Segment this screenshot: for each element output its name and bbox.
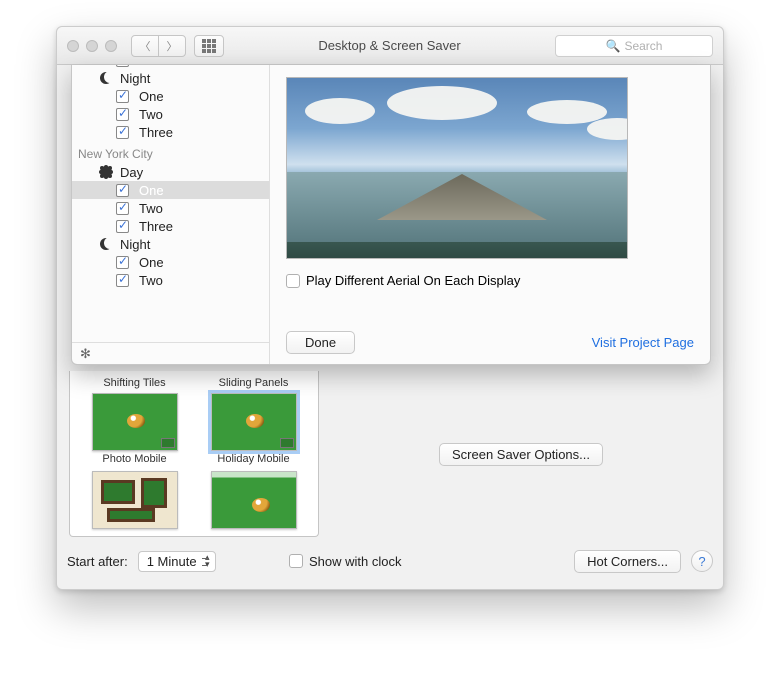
list-item[interactable]: Three [72,217,269,235]
show-with-clock-checkbox[interactable]: Show with clock [289,554,401,569]
checkbox-icon [116,108,129,121]
start-after-value: 1 Minute [147,554,197,569]
night-group[interactable]: Night [72,69,269,87]
moon-icon [100,238,112,250]
list-item[interactable]: Two [72,199,269,217]
start-after-select[interactable]: 1 Minute ▴▾ [138,551,216,572]
saver-thumbnail [92,393,178,451]
aerial-preview [286,77,628,259]
stepper-icon: ▴▾ [205,554,210,568]
checkbox-icon [116,202,129,215]
gear-icon: ✻ [80,346,91,362]
diff-label: Play Different Aerial On Each Display [306,273,520,288]
checkbox-icon [116,184,129,197]
day-group[interactable]: Day [72,163,269,181]
grid-icon [202,39,216,53]
done-button[interactable]: Done [286,331,355,354]
zoom-window-button[interactable] [105,40,117,52]
sheet-right: Play Different Aerial On Each Display Do… [270,65,710,364]
hot-corners-button[interactable]: Hot Corners... [574,550,681,573]
saver-thumbnail [211,471,297,529]
traffic-lights [67,40,117,52]
saver-item-holiday[interactable] [203,467,304,531]
preferences-window: 〈 〉 Desktop & Screen Saver 🔍 Search Shif… [56,26,724,590]
show-all-button[interactable] [194,35,224,57]
saver-thumbnail [211,393,297,451]
bottom-row: Start after: 1 Minute ▴▾ Show with clock… [67,547,713,575]
night-group[interactable]: Night [72,235,269,253]
chevron-left-icon: 〈 [140,38,151,54]
chevron-right-icon: 〉 [167,38,178,54]
checkbox-icon [116,65,129,67]
minimize-window-button[interactable] [86,40,98,52]
play-different-checkbox[interactable]: Play Different Aerial On Each Display [286,273,520,288]
window-toolbar: 〈 〉 Desktop & Screen Saver 🔍 Search [57,27,723,65]
list-item[interactable]: Two [72,105,269,123]
city-group[interactable]: New York City [72,145,269,163]
help-button[interactable]: ? [691,550,713,572]
screensaver-list-panel: Shifting Tiles Photo Mobile Sliding Pane… [69,371,319,537]
close-window-button[interactable] [67,40,79,52]
visit-project-link[interactable]: Visit Project Page [592,335,694,350]
checkbox-icon [289,554,303,568]
saver-label: Photo Mobile [102,453,166,465]
checkbox-icon [116,274,129,287]
checkbox-icon [116,256,129,269]
aerial-tree[interactable]: Two Night One Two Three New York City Da… [72,65,270,364]
aerial-config-sheet: Two Night One Two Three New York City Da… [71,65,711,365]
saver-thumbnail [92,471,178,529]
search-icon: 🔍 [606,39,621,53]
saver-item-shifting-tiles[interactable]: Shifting Tiles Photo Mobile [84,377,185,465]
help-icon: ? [698,554,705,569]
saver-label: Shifting Tiles [103,377,165,389]
saver-label: Sliding Panels [219,377,289,389]
screensaver-preview-panel: Screen Saver Options... [331,371,711,537]
saver-item-photo-wall[interactable] [84,467,185,531]
forward-button[interactable]: 〉 [158,35,186,57]
screen-saver-options-button[interactable]: Screen Saver Options... [439,443,603,466]
start-after-label: Start after: [67,554,128,569]
list-item[interactable]: Three [72,123,269,141]
search-placeholder: Search [624,39,662,53]
checkbox-icon [286,274,300,288]
back-button[interactable]: 〈 [131,35,159,57]
list-item[interactable]: One [72,181,269,199]
moon-icon [100,72,112,84]
checkbox-icon [116,90,129,103]
tree-action-menu[interactable]: ✻ [72,342,269,364]
list-item[interactable]: Two [72,271,269,289]
saver-label: Holiday Mobile [217,453,289,465]
checkbox-icon [116,220,129,233]
checkbox-icon [116,126,129,139]
saver-item-sliding-panels[interactable]: Sliding Panels Holiday Mobile [203,377,304,465]
list-item[interactable]: One [72,253,269,271]
window-title: Desktop & Screen Saver [232,38,547,53]
sun-icon [100,166,112,178]
search-input[interactable]: 🔍 Search [555,35,713,57]
nav-buttons: 〈 〉 [131,35,186,57]
list-item[interactable]: One [72,87,269,105]
show-clock-label: Show with clock [309,554,401,569]
